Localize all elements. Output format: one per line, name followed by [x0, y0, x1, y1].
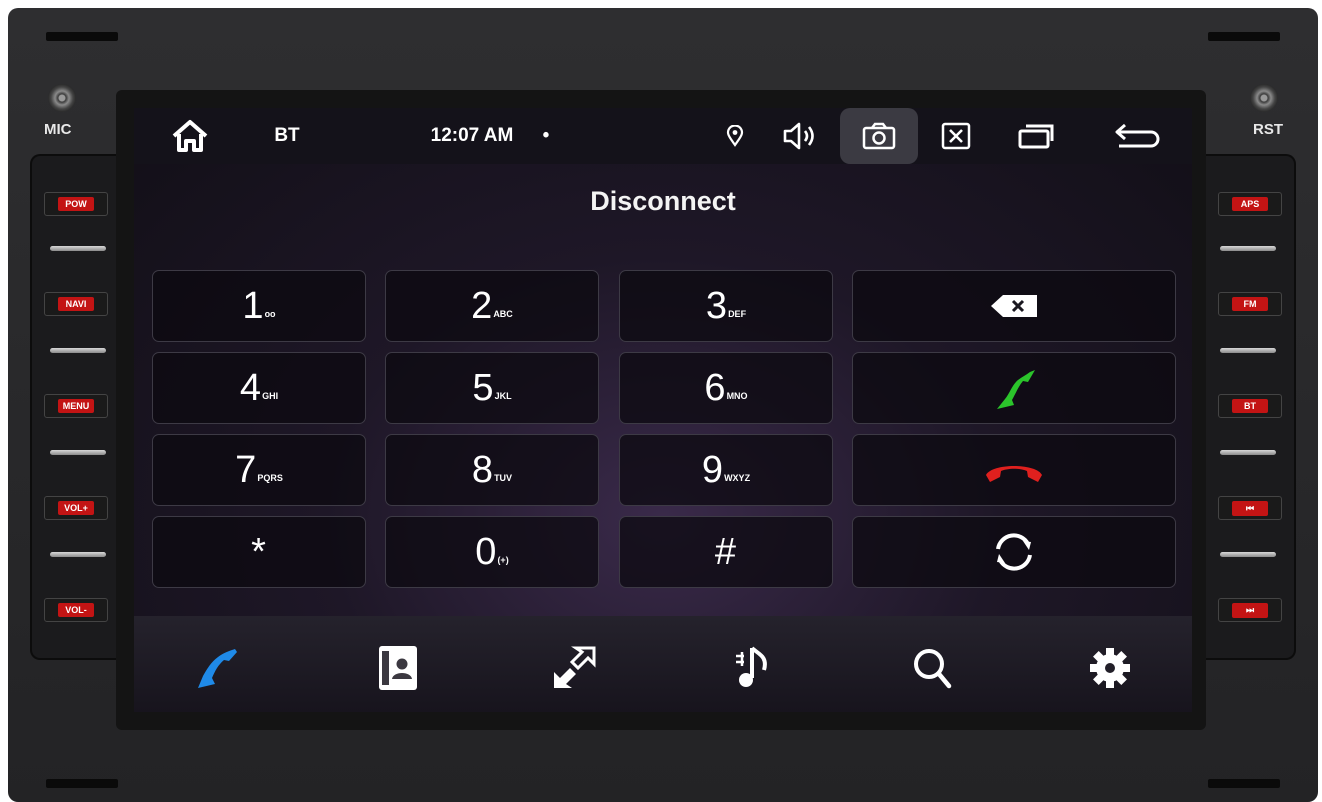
separator: [1220, 450, 1276, 455]
key-letters: DEF: [728, 309, 747, 319]
dial-icon[interactable]: [190, 642, 242, 694]
power-button-label: POW: [58, 197, 94, 211]
screenshot-icon[interactable]: [840, 108, 918, 164]
separator: [1220, 348, 1276, 353]
contacts-icon[interactable]: [372, 642, 424, 694]
key-letters: TUV: [494, 473, 513, 483]
backspace-button[interactable]: [852, 270, 1176, 342]
aps-button-label: APS: [1232, 197, 1268, 211]
transfer-icon[interactable]: [548, 642, 600, 694]
music-icon[interactable]: [728, 642, 780, 694]
notification-dot: •: [542, 125, 550, 146]
key-digit: 4: [239, 366, 262, 409]
key-digit: 7: [235, 448, 257, 491]
next-track-button[interactable]: ⏭: [1218, 598, 1282, 622]
key-digit: 5: [472, 366, 494, 409]
key-star[interactable]: *: [152, 516, 366, 588]
app-label: BT: [274, 125, 300, 146]
clock: 12:07 AM: [430, 125, 514, 146]
volume-up-button[interactable]: VOL+: [44, 496, 108, 520]
power-button[interactable]: POW: [44, 192, 108, 216]
connection-status-title: Disconnect: [590, 186, 736, 216]
reset-hole[interactable]: [1250, 84, 1278, 112]
close-window-icon[interactable]: [934, 108, 978, 164]
key-hash[interactable]: #: [619, 516, 833, 588]
volume-icon[interactable]: [776, 108, 826, 164]
key-letters: MNO: [726, 391, 748, 401]
navi-button-label: NAVI: [58, 297, 94, 311]
home-icon[interactable]: [162, 108, 218, 164]
key-5[interactable]: 5 JKL: [385, 352, 599, 424]
key-digit: 6: [704, 366, 726, 409]
key-letters: ABC: [493, 309, 513, 319]
volume-down-button[interactable]: VOL-: [44, 598, 108, 622]
hang-up-icon: [986, 466, 1042, 482]
key-digit: 8: [471, 448, 494, 491]
separator: [50, 348, 106, 353]
key-3[interactable]: 3 DEF: [619, 270, 833, 342]
key-digit: 1: [242, 284, 264, 327]
key-digit: 0: [475, 530, 497, 573]
bottom-nav: [134, 616, 1192, 712]
key-digit: 9: [701, 448, 724, 491]
bt-button-label: BT: [1232, 399, 1268, 413]
hang-up-button[interactable]: [852, 434, 1176, 506]
search-icon[interactable]: [906, 642, 958, 694]
swap-button[interactable]: [852, 516, 1176, 588]
menu-button-label: MENU: [58, 399, 94, 413]
separator: [1220, 552, 1276, 557]
screen: BT 12:07 AM • Disconnect 1 oo 2 ABC 3 DEF 4…: [134, 108, 1192, 712]
separator: [1220, 246, 1276, 251]
top-left-slot: [46, 32, 118, 41]
key-digit: 3: [705, 284, 728, 327]
bottom-left-slot: [46, 779, 118, 788]
navi-button[interactable]: NAVI: [44, 292, 108, 316]
mic-label: MIC: [44, 121, 72, 138]
fm-button-label: FM: [1232, 297, 1268, 311]
aps-button[interactable]: APS: [1218, 192, 1282, 216]
previous-track-button[interactable]: ⏮: [1218, 496, 1282, 520]
key-letters: (+): [497, 555, 509, 565]
separator: [50, 450, 106, 455]
back-icon[interactable]: [1110, 108, 1166, 164]
menu-button[interactable]: MENU: [44, 394, 108, 418]
key-1[interactable]: 1 oo: [152, 270, 366, 342]
bt-button[interactable]: BT: [1218, 394, 1282, 418]
key-8[interactable]: 8 TUV: [385, 434, 599, 506]
key-digit: #: [714, 530, 737, 573]
swap-icon: [996, 533, 1032, 571]
next-track-label: ⏭: [1232, 602, 1268, 618]
backspace-icon: [991, 295, 1037, 317]
volume-down-label: VOL-: [58, 603, 94, 617]
mic-hole: [48, 84, 76, 112]
call-icon: [997, 370, 1035, 409]
previous-track-label: ⏮: [1232, 500, 1268, 516]
key-letters: PQRS: [257, 473, 283, 483]
key-letters: JKL: [494, 391, 512, 401]
key-letters: GHI: [262, 391, 279, 401]
key-digit: *: [251, 530, 266, 573]
key-9[interactable]: 9 WXYZ: [619, 434, 833, 506]
recent-apps-icon[interactable]: [1012, 108, 1060, 164]
status-bar: BT 12:07 AM •: [134, 108, 1192, 164]
top-right-slot: [1208, 32, 1280, 41]
rst-label: RST: [1253, 121, 1283, 138]
key-letters: oo: [264, 309, 276, 319]
location-icon: [720, 108, 750, 164]
key-letters: WXYZ: [724, 473, 751, 483]
key-digit: 2: [471, 284, 493, 327]
call-button[interactable]: [852, 352, 1176, 424]
volume-up-label: VOL+: [58, 501, 94, 515]
key-0[interactable]: 0 (+): [385, 516, 599, 588]
settings-icon[interactable]: [1084, 642, 1136, 694]
key-7[interactable]: 7 PQRS: [152, 434, 366, 506]
bottom-right-slot: [1208, 779, 1280, 788]
key-6[interactable]: 6 MNO: [619, 352, 833, 424]
key-4[interactable]: 4 GHI: [152, 352, 366, 424]
separator: [50, 552, 106, 557]
separator: [50, 246, 106, 251]
key-2[interactable]: 2 ABC: [385, 270, 599, 342]
fm-button[interactable]: FM: [1218, 292, 1282, 316]
